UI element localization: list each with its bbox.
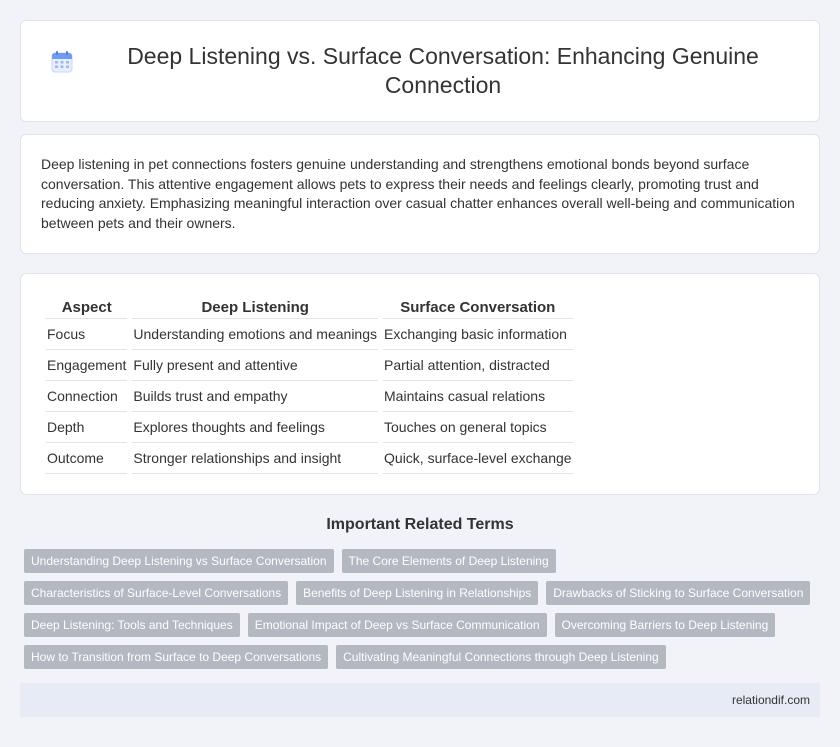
intro-paragraph: Deep listening in pet connections foster… <box>41 156 795 231</box>
table-cell: Exchanging basic information <box>383 319 573 350</box>
table-cell: Partial attention, distracted <box>383 350 573 381</box>
table-cell: Connection <box>46 381 128 412</box>
related-term-link[interactable]: Drawbacks of Sticking to Surface Convers… <box>546 581 811 605</box>
table-cell: Explores thoughts and feelings <box>132 412 379 443</box>
table-cell: Outcome <box>46 443 128 474</box>
table-cell: Focus <box>46 319 128 350</box>
table-cell: Understanding emotions and meanings <box>132 319 379 350</box>
related-term-link[interactable]: Benefits of Deep Listening in Relationsh… <box>296 581 539 605</box>
related-terms-list: Understanding Deep Listening vs Surface … <box>24 549 824 669</box>
table-row: Outcome Stronger relationships and insig… <box>46 443 573 474</box>
related-term-link[interactable]: Emotional Impact of Deep vs Surface Comm… <box>247 613 547 637</box>
related-term-link[interactable]: Deep Listening: Tools and Techniques <box>24 613 240 637</box>
table-cell: Builds trust and empathy <box>132 381 379 412</box>
related-terms-heading: Important Related Terms <box>326 516 514 533</box>
table-row: Depth Explores thoughts and feelings Tou… <box>46 412 573 443</box>
table-row: Connection Builds trust and empathy Main… <box>46 381 573 412</box>
table-header-row: Aspect Deep Listening Surface Conversati… <box>46 296 573 319</box>
header-aspect: Aspect <box>46 296 128 319</box>
table-cell: Maintains casual relations <box>383 381 573 412</box>
table-cell: Quick, surface-level exchange <box>383 443 573 474</box>
footer-site-name: relationdif.com <box>731 693 810 707</box>
related-term-link[interactable]: Understanding Deep Listening vs Surface … <box>24 549 334 573</box>
comparison-table: Aspect Deep Listening Surface Conversati… <box>41 296 578 474</box>
header-surface-conversation: Surface Conversation <box>383 296 573 319</box>
calendar-icon <box>50 50 74 74</box>
table-cell: Fully present and attentive <box>132 350 379 381</box>
table-cell: Engagement <box>46 350 128 381</box>
table-cell: Depth <box>46 412 128 443</box>
comparison-card: Aspect Deep Listening Surface Conversati… <box>20 273 820 495</box>
table-row: Engagement Fully present and attentive P… <box>46 350 573 381</box>
related-term-link[interactable]: How to Transition from Surface to Deep C… <box>24 645 329 669</box>
page-title: Deep Listening vs. Surface Conversation:… <box>127 43 759 98</box>
header-card: Deep Listening vs. Surface Conversation:… <box>20 20 820 122</box>
related-term-link[interactable]: Characteristics of Surface-Level Convers… <box>24 581 289 605</box>
header-deep-listening: Deep Listening <box>132 296 379 319</box>
related-term-link[interactable]: Overcoming Barriers to Deep Listening <box>554 613 776 637</box>
table-row: Focus Understanding emotions and meaning… <box>46 319 573 350</box>
related-term-link[interactable]: The Core Elements of Deep Listening <box>341 549 556 573</box>
related-term-link[interactable]: Cultivating Meaningful Connections throu… <box>336 645 666 669</box>
footer: relationdif.com <box>20 683 820 717</box>
header: Deep Listening vs. Surface Conversation:… <box>50 42 790 100</box>
table-cell: Touches on general topics <box>383 412 573 443</box>
intro-card: Deep listening in pet connections foster… <box>20 134 820 254</box>
table-cell: Stronger relationships and insight <box>132 443 379 474</box>
